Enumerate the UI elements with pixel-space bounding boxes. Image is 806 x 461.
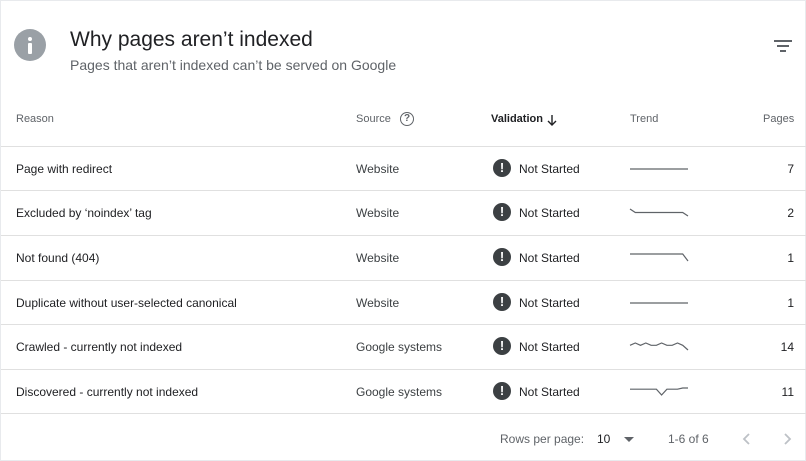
pages-cell: 7 bbox=[787, 162, 794, 176]
validation-cell: Not Started bbox=[519, 251, 580, 265]
table-row[interactable]: Discovered - currently not indexed Googl… bbox=[1, 369, 806, 414]
trend-sparkline bbox=[629, 342, 689, 351]
pages-cell: 14 bbox=[780, 340, 794, 354]
trend-line bbox=[629, 342, 689, 351]
column-header-trend[interactable]: Trend bbox=[630, 113, 658, 126]
pages-cell: 1 bbox=[787, 251, 794, 265]
arrow-down-icon[interactable] bbox=[546, 113, 558, 127]
validation-cell: Not Started bbox=[519, 385, 580, 399]
exclamation-icon: ! bbox=[493, 248, 511, 266]
table-bottom-divider bbox=[1, 413, 806, 414]
source-cell: Google systems bbox=[356, 340, 443, 354]
table-row[interactable]: Not found (404) Website ! Not Started 1 bbox=[1, 235, 806, 280]
source-cell: Website bbox=[356, 206, 400, 220]
source-cell: Website bbox=[356, 251, 400, 265]
exclamation-icon: ! bbox=[493, 337, 511, 355]
exclamation-icon: ! bbox=[493, 159, 511, 177]
caret-down-icon[interactable] bbox=[624, 437, 634, 442]
reason-cell: Crawled - currently not indexed bbox=[16, 340, 183, 354]
column-header-validation[interactable]: Validation bbox=[491, 113, 543, 126]
chevron-right-icon[interactable] bbox=[777, 429, 797, 449]
pages-cell: 1 bbox=[787, 296, 794, 310]
page-title: Why pages aren’t indexed bbox=[70, 28, 313, 51]
source-cell: Website bbox=[356, 296, 400, 310]
rows-per-page-label: Rows per page: bbox=[500, 432, 585, 446]
table-row[interactable]: Excluded by ‘noindex’ tag Website ! Not … bbox=[1, 190, 806, 235]
trend-line bbox=[630, 387, 688, 396]
reason-cell: Duplicate without user-selected canonica… bbox=[16, 296, 237, 310]
pagination-range: 1-6 of 6 bbox=[668, 432, 709, 446]
help-icon[interactable]: ? bbox=[400, 112, 414, 126]
exclamation-icon: ! bbox=[493, 293, 511, 311]
validation-cell: Not Started bbox=[519, 206, 580, 220]
reason-cell: Not found (404) bbox=[16, 251, 100, 265]
table-row[interactable]: Page with redirect Website ! Not Started… bbox=[1, 146, 806, 191]
info-icon bbox=[14, 29, 46, 61]
table-row[interactable]: Crawled - currently not indexed Google s… bbox=[1, 324, 806, 369]
exclamation-icon: ! bbox=[493, 203, 511, 221]
page-subtitle: Pages that aren’t indexed can’t be serve… bbox=[70, 57, 397, 73]
trend-sparkline bbox=[629, 208, 689, 217]
column-header-reason[interactable]: Reason bbox=[16, 113, 54, 126]
validation-cell: Not Started bbox=[519, 340, 580, 354]
trend-sparkline bbox=[630, 168, 688, 170]
trend-line bbox=[630, 253, 689, 262]
validation-cell: Not Started bbox=[519, 296, 580, 310]
validation-cell: Not Started bbox=[519, 162, 580, 176]
reason-cell: Excluded by ‘noindex’ tag bbox=[16, 206, 152, 220]
pages-cell: 2 bbox=[787, 206, 794, 220]
filter-icon[interactable] bbox=[769, 33, 797, 59]
table-row[interactable]: Duplicate without user-selected canonica… bbox=[1, 280, 806, 325]
rows-per-page-select[interactable]: 10 bbox=[597, 432, 610, 446]
chevron-left-icon[interactable] bbox=[737, 429, 757, 449]
trend-sparkline bbox=[630, 302, 688, 304]
exclamation-icon: ! bbox=[493, 382, 511, 400]
trend-sparkline bbox=[630, 253, 689, 262]
trend-line bbox=[629, 208, 689, 217]
reason-cell: Page with redirect bbox=[16, 162, 113, 176]
trend-sparkline bbox=[630, 387, 688, 396]
indexing-report-card: Why pages aren’t indexed Pages that aren… bbox=[0, 0, 806, 461]
source-cell: Website bbox=[356, 162, 400, 176]
column-header-pages[interactable]: Pages bbox=[763, 113, 794, 126]
pages-cell: 11 bbox=[781, 385, 794, 399]
reason-cell: Discovered - currently not indexed bbox=[16, 385, 199, 399]
source-cell: Google systems bbox=[356, 385, 443, 399]
column-header-source[interactable]: Source bbox=[356, 113, 391, 126]
